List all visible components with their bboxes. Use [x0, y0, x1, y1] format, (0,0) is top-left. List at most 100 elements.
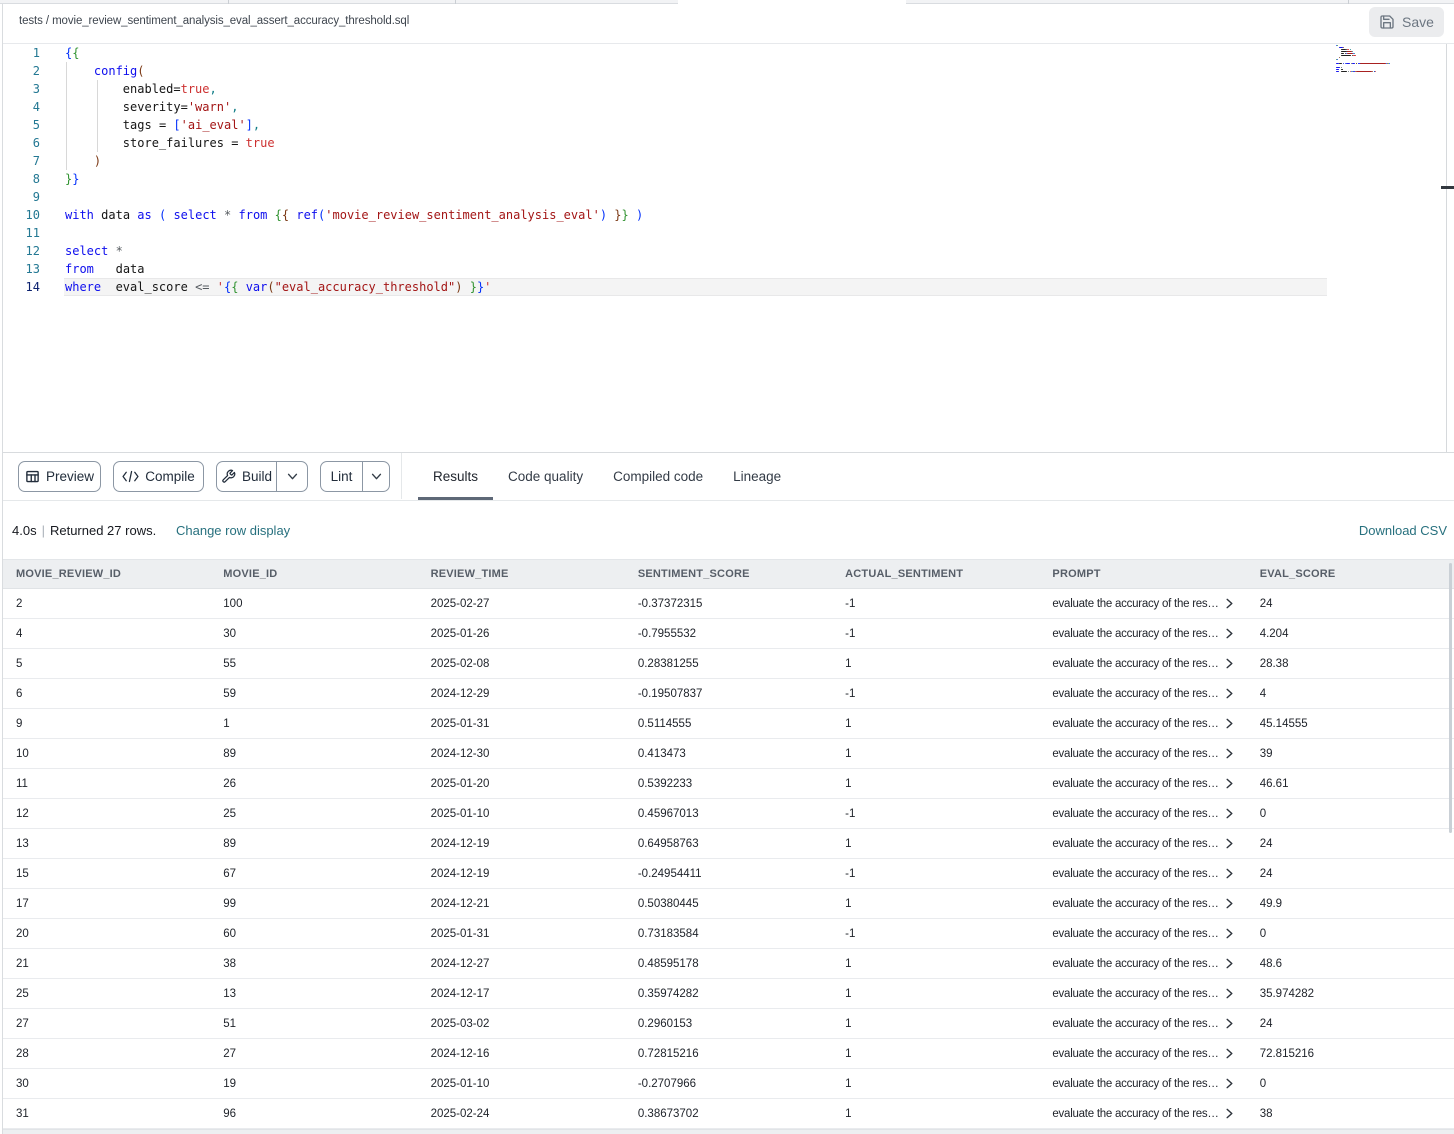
prompt-expand-icon[interactable]: [1225, 778, 1234, 789]
table-icon: [25, 469, 40, 484]
prompt-expand-icon[interactable]: [1225, 928, 1234, 939]
code-line-text: severity='warn',: [65, 98, 238, 116]
cell-value: 24: [1260, 838, 1273, 850]
table-cell: 2025-03-02: [418, 1009, 625, 1038]
download-csv-link[interactable]: Download CSV: [1359, 501, 1447, 560]
minimap-line: [1339, 57, 1340, 58]
build-dropdown-toggle[interactable]: [276, 462, 307, 491]
prompt-expand-icon[interactable]: [1225, 958, 1234, 969]
table-row: 13892024-12-190.649587631evaluate the ac…: [3, 829, 1454, 859]
cell-value: -0.19507837: [638, 688, 703, 700]
cell-value: 27: [223, 1048, 236, 1060]
line-number: 10: [3, 206, 40, 224]
lint-dropdown-toggle[interactable]: [362, 462, 389, 491]
code-line: 4 severity='warn',: [3, 98, 1333, 116]
line-number: 14: [3, 278, 40, 296]
code-editor[interactable]: 1{{2 config(3 enabled=true,4 severity='w…: [3, 44, 1454, 453]
tab-results[interactable]: Results: [418, 453, 493, 500]
table-cell: 1: [832, 979, 1039, 1008]
cell-value: evaluate the accuracy of the res…: [1052, 988, 1218, 1000]
table-cell: 1: [832, 829, 1039, 858]
prompt-expand-icon[interactable]: [1225, 628, 1234, 639]
tab-compiled-code[interactable]: Compiled code: [598, 453, 718, 500]
table-cell: 4.204: [1247, 619, 1454, 648]
table-bottom-scrollbar-track[interactable]: [3, 1129, 1454, 1134]
table-header-cell: PROMPT: [1039, 560, 1246, 588]
prompt-expand-icon[interactable]: [1225, 748, 1234, 759]
prompt-expand-icon[interactable]: [1225, 1018, 1234, 1029]
table-cell: -0.19507837: [625, 679, 832, 708]
table-row: 20602025-01-310.73183584-1evaluate the a…: [3, 919, 1454, 949]
table-header-cell: MOVIE_REVIEW_ID: [3, 560, 210, 588]
toolbar-tabs-divider: [401, 453, 402, 499]
prompt-expand-icon[interactable]: [1225, 598, 1234, 609]
table-cell: evaluate the accuracy of the res…: [1039, 589, 1246, 618]
prompt-expand-icon[interactable]: [1225, 658, 1234, 669]
cell-value: evaluate the accuracy of the res…: [1052, 868, 1218, 880]
preview-button[interactable]: Preview: [18, 461, 101, 492]
table-cell: evaluate the accuracy of the res…: [1039, 979, 1246, 1008]
file-tab-partial[interactable]: [906, 0, 1454, 4]
cell-value: 28.38: [1260, 658, 1289, 670]
cell-value: 2024-12-29: [431, 688, 490, 700]
prompt-expand-icon[interactable]: [1225, 838, 1234, 849]
cell-value: 13: [223, 988, 236, 1000]
table-cell: 55: [210, 649, 417, 678]
table-body: 21002025-02-27-0.37372315-1evaluate the …: [3, 589, 1454, 1129]
table-cell: 2025-01-31: [418, 709, 625, 738]
table-cell: 24: [1247, 589, 1454, 618]
prompt-expand-icon[interactable]: [1225, 898, 1234, 909]
table-cell: 0.28381255: [625, 649, 832, 678]
compile-button-main[interactable]: Compile: [114, 462, 203, 491]
table-cell: -1: [832, 679, 1039, 708]
cell-value: 2024-12-16: [431, 1048, 490, 1060]
cell-value: 21: [16, 958, 29, 970]
cell-value: 1: [845, 838, 851, 850]
lint-button-main[interactable]: Lint: [321, 462, 362, 491]
prompt-expand-icon[interactable]: [1225, 988, 1234, 999]
build-button[interactable]: Build: [216, 461, 308, 492]
table-row: 6592024-12-29-0.19507837-1evaluate the a…: [3, 679, 1454, 709]
line-number: 5: [3, 116, 40, 134]
cell-value: 1: [845, 778, 851, 790]
table-cell: 9: [3, 709, 210, 738]
prompt-expand-icon[interactable]: [1225, 1108, 1234, 1119]
prompt-expand-icon[interactable]: [1225, 868, 1234, 879]
cell-value: evaluate the accuracy of the res…: [1052, 598, 1218, 610]
cell-value: 2025-01-10: [431, 808, 490, 820]
prompt-expand-icon[interactable]: [1225, 1078, 1234, 1089]
prompt-expand-icon[interactable]: [1225, 718, 1234, 729]
code-line: 12select *: [3, 242, 1333, 260]
compile-button[interactable]: Compile: [113, 461, 204, 492]
cell-value: 12: [16, 808, 29, 820]
cell-value: evaluate the accuracy of the res…: [1052, 838, 1218, 850]
cell-value: 39: [1260, 748, 1273, 760]
build-button-main[interactable]: Build: [217, 462, 276, 491]
prompt-expand-icon[interactable]: [1225, 688, 1234, 699]
code-area[interactable]: 1{{2 config(3 enabled=true,4 severity='w…: [3, 44, 1333, 452]
file-tab-partial[interactable]: [0, 0, 678, 4]
code-line-text: with data as ( select * from {{ ref('mov…: [65, 206, 643, 224]
cell-value: 0.38673702: [638, 1108, 699, 1120]
table-row: 10892024-12-300.4134731evaluate the accu…: [3, 739, 1454, 769]
cell-value: 45.14555: [1260, 718, 1308, 730]
table-vertical-scrollbar[interactable]: [1449, 563, 1452, 833]
table-cell: 24: [1247, 859, 1454, 888]
cell-value: 99: [223, 898, 236, 910]
tab-lineage[interactable]: Lineage: [718, 453, 796, 500]
save-button[interactable]: Save: [1369, 7, 1444, 37]
prompt-expand-icon[interactable]: [1225, 808, 1234, 819]
prompt-expand-icon[interactable]: [1225, 1048, 1234, 1059]
minimap[interactable]: [1336, 45, 1446, 105]
line-number: 3: [3, 80, 40, 98]
code-line-text: ): [65, 152, 101, 170]
table-cell: evaluate the accuracy of the res…: [1039, 649, 1246, 678]
change-row-display-link[interactable]: Change row display: [176, 501, 290, 560]
preview-button-main[interactable]: Preview: [19, 462, 100, 491]
lint-button[interactable]: Lint: [320, 461, 390, 492]
tab-code-quality[interactable]: Code quality: [493, 453, 598, 500]
code-line-text: config(: [65, 62, 145, 80]
cell-value: 0.48595178: [638, 958, 699, 970]
table-row: 27512025-03-020.29601531evaluate the acc…: [3, 1009, 1454, 1039]
minimap-line: [1337, 59, 1338, 60]
